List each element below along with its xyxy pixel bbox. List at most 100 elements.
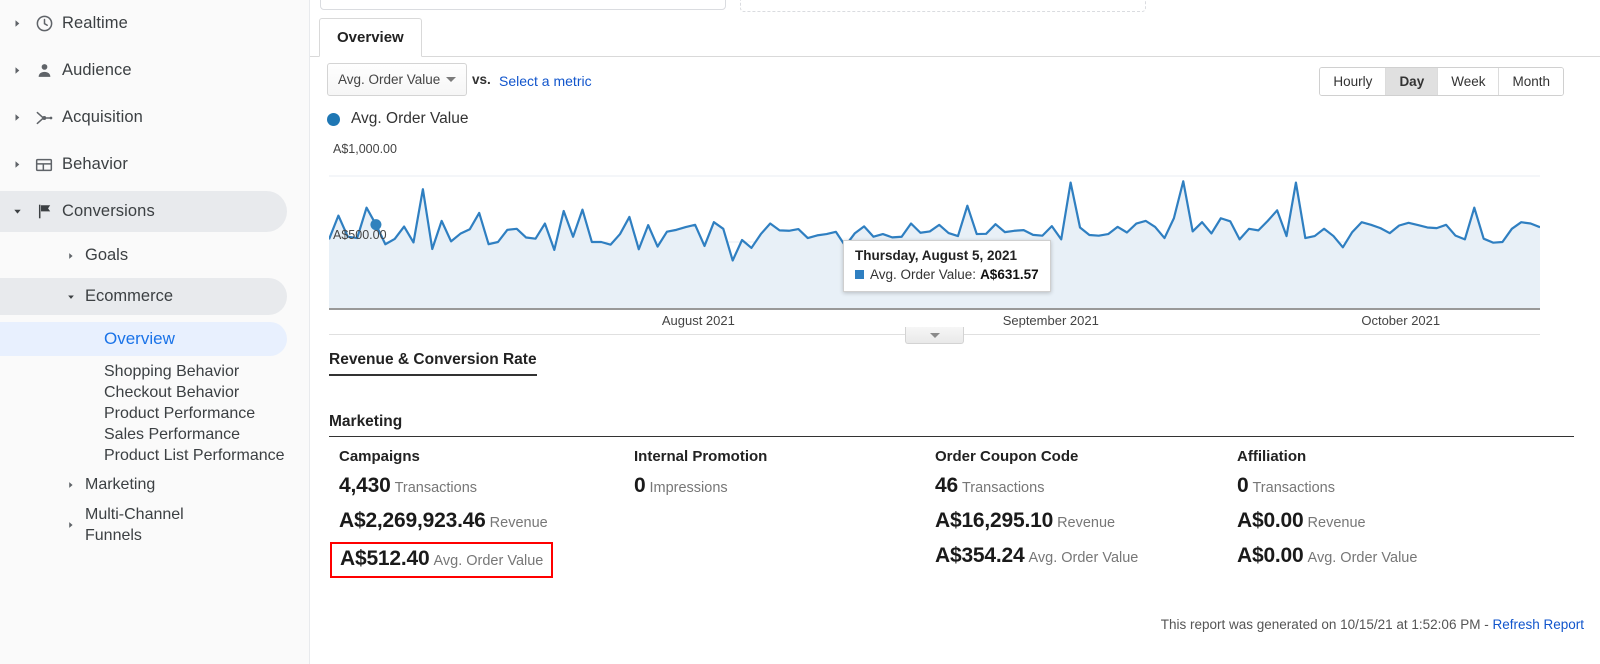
sidebar-item-sales-performance[interactable]: Sales Performance: [0, 424, 309, 445]
sidebar-report-label: Sales Performance: [104, 426, 240, 443]
report-tab-bar: Overview: [310, 18, 1600, 57]
chevron-right-icon[interactable]: [8, 66, 26, 75]
metric-row: 0Transactions: [1237, 474, 1537, 498]
primary-metric-value: Avg. Order Value: [338, 72, 446, 87]
legend-series-label: Avg. Order Value: [351, 110, 468, 128]
metric-unit: Avg. Order Value: [1028, 550, 1138, 566]
column-title: Order Coupon Code: [935, 448, 1237, 465]
metric-value: 4,430: [339, 474, 391, 497]
sidebar-item-label: Audience: [62, 61, 132, 80]
marketing-column-order-coupon-code: Order Coupon Code 46Transactions A$16,29…: [935, 448, 1237, 589]
sidebar-item-goals[interactable]: Goals: [0, 235, 309, 276]
person-icon: [26, 61, 62, 80]
main-content-panel: Overview Avg. Order Value vs. Select a m…: [310, 0, 1600, 664]
chevron-down-icon[interactable]: [62, 293, 80, 301]
marketing-column-campaigns: Campaigns 4,430Transactions A$2,269,923.…: [329, 448, 634, 589]
metric-unit: Avg. Order Value: [1308, 550, 1418, 566]
chevron-down-icon[interactable]: [8, 207, 26, 216]
chevron-down-icon: [930, 333, 940, 338]
metric-row: 46Transactions: [935, 474, 1237, 498]
column-title: Internal Promotion: [634, 448, 935, 465]
sidebar-item-marketing[interactable]: Marketing: [0, 474, 309, 495]
revenue-conversion-rate-heading[interactable]: Revenue & Conversion Rate: [329, 351, 537, 376]
metric-unit: Revenue: [490, 515, 548, 531]
chart-x-axis-line: [329, 308, 1540, 310]
sidebar-multichannel-label: Multi-Channel Funnels: [85, 504, 235, 546]
granularity-week-button[interactable]: Week: [1438, 68, 1499, 95]
clock-icon: [26, 14, 62, 33]
add-segment-control-partial[interactable]: [740, 0, 1146, 12]
sidebar-item-audience[interactable]: Audience: [0, 47, 309, 94]
sidebar-report-label: Product Performance: [104, 405, 255, 422]
sidebar-item-ecommerce-overview[interactable]: Overview: [0, 322, 309, 356]
tab-overview[interactable]: Overview: [319, 18, 422, 57]
select-a-metric-link[interactable]: Select a metric: [499, 73, 592, 89]
primary-metric-dropdown[interactable]: Avg. Order Value: [327, 63, 467, 96]
sidebar-item-acquisition[interactable]: Acquisition: [0, 94, 309, 141]
sidebar-item-behavior[interactable]: Behavior: [0, 141, 309, 188]
chevron-right-icon[interactable]: [62, 481, 80, 489]
sidebar-report-label: Product List Performance: [104, 447, 285, 464]
x-axis-tick-label: August 2021: [662, 313, 735, 328]
tooltip-metric-label: Avg. Order Value:: [870, 267, 976, 282]
metric-row: A$2,269,923.46Revenue: [339, 509, 634, 533]
sidebar-item-label: Realtime: [62, 14, 128, 33]
metric-value: 46: [935, 474, 958, 497]
chevron-right-icon[interactable]: [62, 521, 80, 529]
sidebar-item-product-performance[interactable]: Product Performance: [0, 403, 309, 424]
legend-color-dot: [327, 113, 340, 126]
sidebar-marketing-label: Marketing: [85, 474, 155, 495]
date-range-control-partial[interactable]: [320, 0, 726, 10]
metric-unit: Avg. Order Value: [433, 553, 543, 569]
metric-selection-bar: Avg. Order Value vs. Select a metric Hou…: [310, 57, 1600, 103]
metric-row: A$0.00Revenue: [1237, 509, 1537, 533]
sidebar-item-ecommerce[interactable]: Ecommerce: [0, 276, 309, 317]
metric-row: 4,430Transactions: [339, 474, 634, 498]
metric-unit: Revenue: [1057, 515, 1115, 531]
metric-value: A$0.00: [1237, 544, 1304, 567]
granularity-day-button[interactable]: Day: [1386, 68, 1438, 95]
sidebar-item-multi-channel-funnels[interactable]: Multi-Channel Funnels: [0, 504, 309, 546]
column-title: Campaigns: [339, 448, 634, 465]
sidebar-item-label: Acquisition: [62, 108, 143, 127]
metric-value: 0: [1237, 474, 1248, 497]
granularity-month-button[interactable]: Month: [1499, 68, 1563, 95]
metric-value: 0: [634, 474, 645, 497]
y-axis-tick-top: A$1,000.00: [333, 142, 397, 156]
metric-value: A$2,269,923.46: [339, 509, 486, 532]
granularity-hourly-button[interactable]: Hourly: [1320, 68, 1386, 95]
sidebar-report-label: Checkout Behavior: [104, 384, 239, 401]
metric-row: 0Impressions: [634, 474, 935, 498]
sidebar-item-conversions[interactable]: Conversions: [0, 188, 309, 235]
chart-collapse-button[interactable]: [905, 327, 964, 344]
marketing-column-affiliation: Affiliation 0Transactions A$0.00Revenue …: [1237, 448, 1537, 589]
chart-legend: Avg. Order Value: [327, 110, 468, 128]
granularity-button-group: Hourly Day Week Month: [1319, 67, 1564, 96]
marketing-metrics-grid: Campaigns 4,430Transactions A$2,269,923.…: [329, 448, 1574, 589]
chevron-right-icon[interactable]: [8, 113, 26, 122]
sidebar-report-label: Shopping Behavior: [104, 363, 239, 380]
left-navigation-sidebar: Realtime Audience: [0, 0, 310, 664]
behavior-icon: [26, 155, 62, 175]
chevron-right-icon[interactable]: [8, 160, 26, 169]
sidebar-item-checkout-behavior[interactable]: Checkout Behavior: [0, 382, 309, 403]
footer-generated-text: This report was generated on 10/15/21 at…: [1161, 617, 1493, 632]
chart-tooltip: Thursday, August 5, 2021 Avg. Order Valu…: [843, 240, 1051, 292]
flag-icon: [26, 202, 62, 221]
vs-label: vs.: [472, 72, 491, 87]
x-axis-tick-label: October 2021: [1361, 313, 1440, 328]
chevron-right-icon[interactable]: [62, 252, 80, 260]
refresh-report-link[interactable]: Refresh Report: [1492, 617, 1584, 632]
metric-unit: Transactions: [962, 480, 1044, 496]
x-axis-tick-label: September 2021: [1003, 313, 1099, 328]
sidebar-item-shopping-behavior[interactable]: Shopping Behavior: [0, 361, 309, 382]
y-axis-tick-mid: A$500.00: [333, 228, 387, 242]
sidebar-item-product-list-performance[interactable]: Product List Performance: [0, 445, 309, 466]
chevron-down-icon: [446, 77, 456, 82]
metric-value: A$0.00: [1237, 509, 1304, 532]
metric-value: A$512.40: [340, 547, 429, 570]
chevron-right-icon[interactable]: [8, 19, 26, 28]
tooltip-metric-row: Avg. Order Value: A$631.57: [855, 267, 1039, 282]
sidebar-item-realtime[interactable]: Realtime: [0, 0, 309, 47]
metric-unit: Impressions: [649, 480, 727, 496]
